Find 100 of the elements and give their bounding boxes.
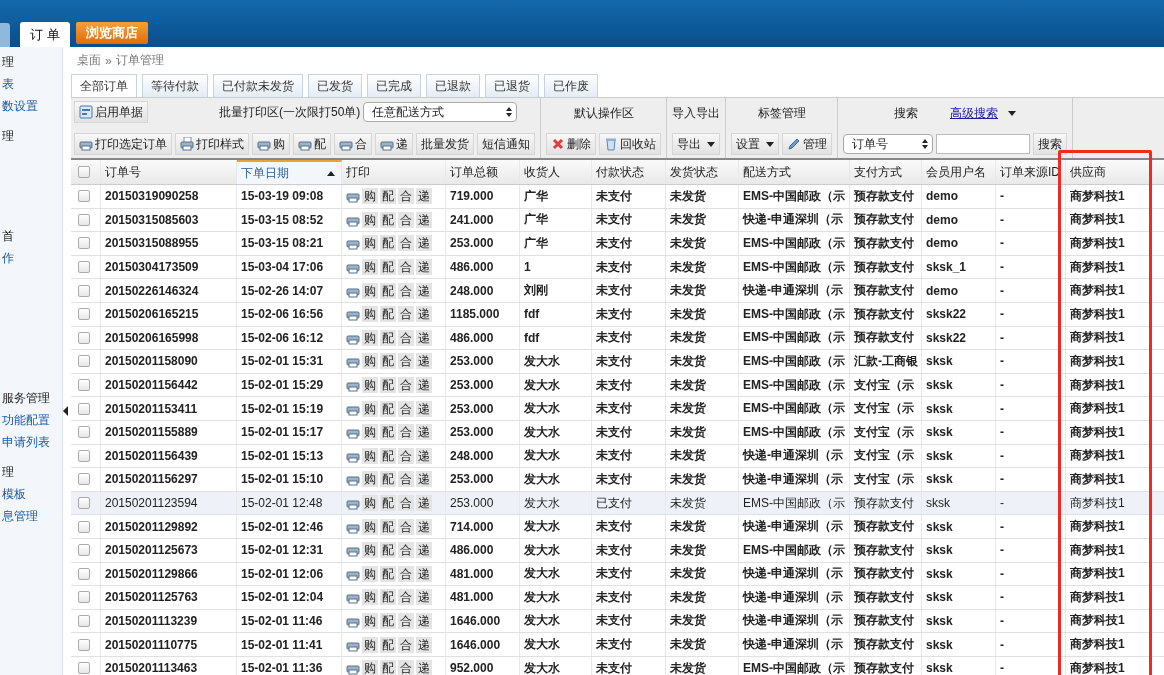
checkbox[interactable] (78, 520, 90, 533)
print-button[interactable]: 配 (380, 518, 396, 535)
print-button[interactable]: 递 (416, 542, 432, 559)
checkbox[interactable] (78, 567, 90, 580)
filter-tab[interactable]: 等待付款 (142, 74, 208, 97)
checkbox[interactable] (78, 473, 90, 486)
print-button[interactable]: 递 (416, 306, 432, 323)
table-row[interactable]: 20150201110775 15-02-01 11:41 购 配 合 递 1646.000 发大水 未支付 未发货 快递-申通深圳（示 预存款支付 sksk - 商梦科技1 (71, 633, 1164, 657)
sidebar-link[interactable]: 作 (2, 249, 14, 267)
column-header[interactable]: 会员用户名 (922, 160, 996, 184)
print-button[interactable]: 递 (416, 235, 432, 252)
sidebar-link[interactable]: 息管理 (2, 507, 38, 525)
print-button[interactable]: 打印选定订单 (74, 133, 172, 155)
table-row[interactable]: 20150315088955 15-03-15 08:21 购 配 合 递 253.000 广华 未支付 未发货 EMS-中国邮政（示 预存款支付 demo - 商梦科技1 (71, 232, 1164, 256)
table-row[interactable]: 20150201155889 15-02-01 15:17 购 配 合 递 253.000 发大水 未支付 未发货 EMS-中国邮政（示 支付宝（示 sksk - 商梦科技1 (71, 420, 1164, 445)
print-button[interactable]: 配 (293, 133, 331, 155)
print-button[interactable]: 合 (398, 471, 414, 488)
print-button[interactable]: 购 (362, 660, 378, 675)
filter-tab[interactable]: 已退货 (485, 74, 539, 97)
print-button[interactable]: 合 (398, 542, 414, 559)
table-row[interactable]: 20150201125763 15-02-01 12:04 购 配 合 递 481.000 发大水 未支付 未发货 快递-申通深圳（示 预存款支付 sksk - 商梦科技1 (71, 586, 1164, 610)
table-row[interactable]: 20150226146324 15-02-26 14:07 购 配 合 递 248.000 刘刚 未支付 未发货 快递-申通深圳（示 预存款支付 demo - 商梦科技1 (71, 279, 1164, 303)
print-button[interactable]: 递 (416, 188, 432, 205)
checkbox[interactable] (78, 261, 90, 274)
checkbox[interactable] (78, 402, 90, 415)
sidebar-link[interactable]: 模板 (2, 485, 26, 503)
print-button[interactable]: 递 (416, 377, 432, 394)
column-header[interactable]: 下单日期 (237, 160, 342, 184)
print-button[interactable]: 配 (380, 565, 396, 582)
print-button[interactable]: 配 (380, 329, 396, 346)
print-button[interactable]: 合 (398, 353, 414, 370)
print-button[interactable]: 配 (380, 424, 396, 441)
checkbox[interactable] (78, 284, 90, 297)
print-button[interactable]: 合 (398, 306, 414, 323)
nav-tab[interactable]: 订 单 (20, 22, 70, 47)
checkbox[interactable] (78, 662, 90, 675)
print-button[interactable]: 合 (334, 133, 372, 155)
print-button[interactable]: 购 (362, 211, 378, 228)
filter-tab[interactable]: 已完成 (367, 74, 421, 97)
checkbox[interactable] (78, 190, 90, 203)
print-button[interactable]: 合 (398, 400, 414, 417)
toolbar-button[interactable]: 删除 (546, 133, 596, 155)
column-header[interactable]: 收货人 (520, 160, 592, 184)
print-button[interactable]: 合 (398, 211, 414, 228)
print-button[interactable]: 合 (398, 424, 414, 441)
toolbar-button[interactable]: 回收站 (599, 133, 661, 155)
column-header[interactable]: 付款状态 (592, 160, 666, 184)
print-button[interactable]: 配 (380, 211, 396, 228)
checkbox[interactable] (78, 237, 90, 250)
print-button[interactable]: 配 (380, 259, 396, 276)
print-button[interactable]: 合 (398, 329, 414, 346)
column-header[interactable]: 供应商 (1066, 160, 1164, 184)
print-button[interactable]: 递 (416, 353, 432, 370)
advanced-search-link[interactable]: 高级搜索 (950, 105, 998, 122)
checkbox[interactable] (78, 331, 90, 344)
print-button[interactable]: 合 (398, 188, 414, 205)
search-field-select[interactable]: 订单号 (843, 134, 933, 154)
sidebar-link[interactable]: 申请列表 (2, 433, 50, 451)
print-button[interactable]: 递 (416, 518, 432, 535)
print-button[interactable]: 配 (380, 589, 396, 606)
print-button[interactable]: 递 (416, 565, 432, 582)
print-button[interactable]: 购 (362, 377, 378, 394)
checkbox[interactable] (78, 426, 90, 439)
print-button[interactable]: 配 (380, 188, 396, 205)
print-button[interactable]: 购 (362, 495, 378, 511)
checkbox[interactable] (78, 449, 90, 462)
print-button[interactable]: 购 (252, 133, 290, 155)
print-button[interactable]: 合 (398, 259, 414, 276)
print-button[interactable]: 购 (362, 282, 378, 299)
sidebar-link[interactable]: 数设置 (2, 97, 38, 115)
print-button[interactable]: 购 (362, 306, 378, 323)
print-button[interactable]: 递 (416, 495, 432, 511)
checkbox[interactable] (78, 355, 90, 368)
checkbox[interactable] (78, 544, 90, 557)
table-row[interactable]: 20150201123594 15-02-01 12:48 购 配 合 递 253.000 发大水 已支付 未发货 EMS-中国邮政（示 预存款支付 sksk - 商梦科技1 (71, 491, 1164, 516)
table-row[interactable]: 20150201156297 15-02-01 15:10 购 配 合 递 253.000 发大水 未支付 未发货 快递-申通深圳（示 支付宝（示 sksk - 商梦科技1 (71, 468, 1164, 492)
table-row[interactable]: 20150201156442 15-02-01 15:29 购 配 合 递 253.000 发大水 未支付 未发货 EMS-中国邮政（示 支付宝（示 sksk - 商梦科技1 (71, 373, 1164, 398)
print-button[interactable]: 配 (380, 636, 396, 653)
print-button[interactable]: 合 (398, 235, 414, 252)
print-button[interactable]: 配 (380, 235, 396, 252)
table-row[interactable]: 20150319090258 15-03-19 09:08 购 配 合 递 719.000 广华 未支付 未发货 EMS-中国邮政（示 预存款支付 demo - 商梦科技1 (71, 185, 1164, 209)
print-button[interactable]: 购 (362, 518, 378, 535)
print-button[interactable]: 打印样式 (175, 133, 249, 155)
table-row[interactable]: 20150201129892 15-02-01 12:46 购 配 合 递 714.000 发大水 未支付 未发货 快递-申通深圳（示 预存款支付 sksk - 商梦科技1 (71, 515, 1164, 539)
filter-tab[interactable]: 全部订单 (71, 74, 137, 97)
sidebar-link[interactable]: 表 (2, 75, 14, 93)
print-button[interactable]: 合 (398, 589, 414, 606)
print-button[interactable]: 配 (380, 377, 396, 394)
print-button[interactable]: 递 (416, 589, 432, 606)
table-row[interactable]: 20150201113239 15-02-01 11:46 购 配 合 递 1646.000 发大水 未支付 未发货 快递-申通深圳（示 预存款支付 sksk - 商梦科技1 (71, 609, 1164, 634)
filter-tab[interactable]: 已退款 (426, 74, 480, 97)
table-row[interactable]: 20150201156439 15-02-01 15:13 购 配 合 递 248.000 发大水 未支付 未发货 快递-申通深圳（示 支付宝（示 sksk - 商梦科技1 (71, 444, 1164, 469)
print-button[interactable]: 合 (398, 613, 414, 629)
print-button[interactable]: 递 (416, 211, 432, 228)
print-button[interactable]: 购 (362, 636, 378, 653)
checkbox[interactable] (78, 166, 90, 178)
checkbox[interactable] (78, 591, 90, 604)
print-button[interactable]: 递 (416, 660, 432, 675)
print-button[interactable]: 短信通知 (477, 133, 535, 155)
print-button[interactable]: 购 (362, 353, 378, 370)
